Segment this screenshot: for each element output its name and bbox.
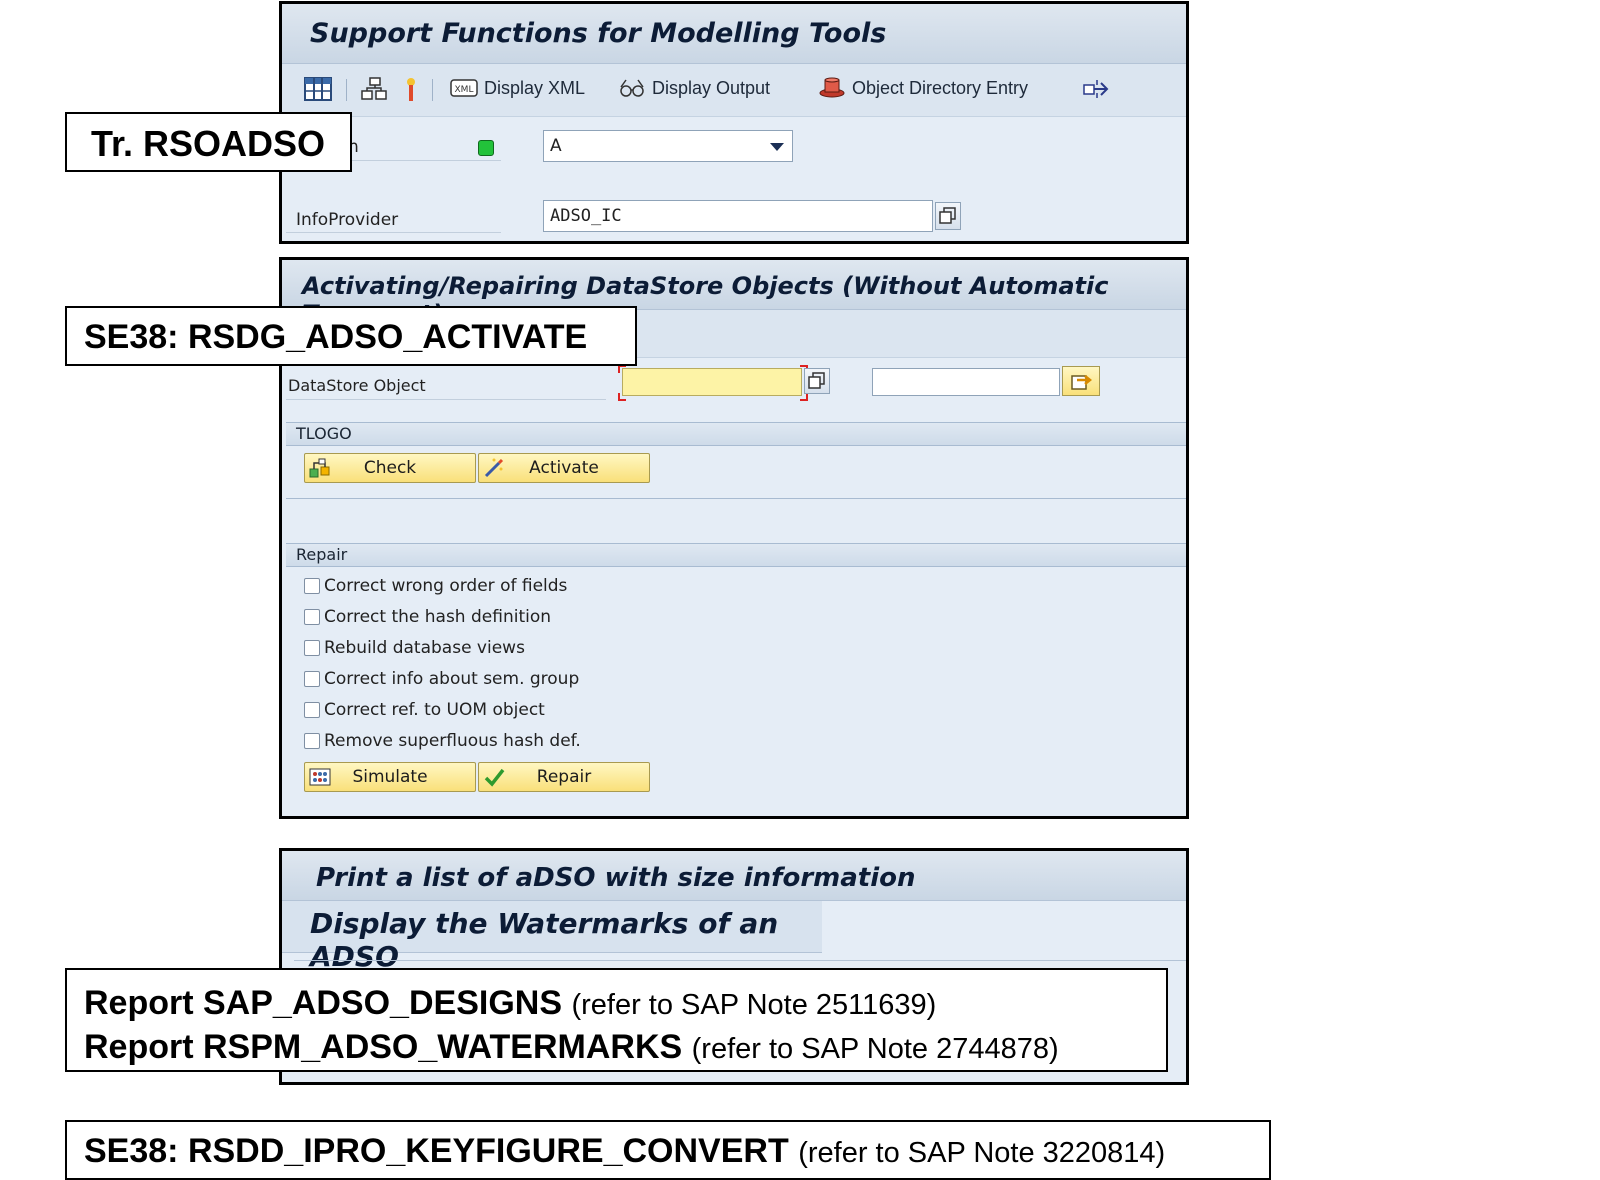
- value-help-icon: [808, 372, 825, 389]
- callout-keyfigure-convert: SE38: RSDD_IPRO_KEYFIGURE_CONVERT (refer…: [65, 1120, 1271, 1180]
- repair-option[interactable]: Correct info about sem. group: [304, 669, 579, 689]
- label-underline: [286, 399, 606, 400]
- xml-icon: XML: [450, 79, 478, 97]
- value-help-icon: [939, 207, 956, 224]
- required-corner-marker: [618, 393, 626, 401]
- option-label: Remove superfluous hash def.: [324, 731, 581, 751]
- datastore-object-label: DataStore Object: [288, 376, 426, 395]
- multiple-selection-arrow-icon: [1071, 375, 1093, 390]
- report-watermarks-name: Report RSPM_ADSO_WATERMARKS: [84, 1028, 683, 1066]
- divider: [294, 960, 1186, 961]
- chevron-down-icon: [770, 143, 784, 151]
- page-title: Support Functions for Modelling Tools: [310, 18, 887, 49]
- option-label: Rebuild database views: [324, 638, 525, 658]
- table-icon[interactable]: [304, 77, 332, 101]
- repair-option[interactable]: Rebuild database views: [304, 638, 525, 658]
- panel-title-bar: Support Functions for Modelling Tools: [282, 4, 1186, 64]
- option-label: Correct ref. to UOM object: [324, 700, 545, 720]
- option-label: Correct wrong order of fields: [324, 576, 568, 596]
- toolbar-separator: [346, 79, 347, 101]
- infoprovider-value: ADSO_IC: [550, 206, 622, 226]
- repair-option[interactable]: Remove superfluous hash def.: [304, 731, 581, 751]
- object-directory-entry-label: Object Directory Entry: [852, 77, 1029, 98]
- option-label: Correct info about sem. group: [324, 669, 580, 689]
- value-help-button[interactable]: [804, 368, 830, 394]
- transport-arrow-icon[interactable]: [1082, 77, 1112, 101]
- callout-se38-activate-text: SE38: RSDG_ADSO_ACTIVATE: [84, 318, 588, 356]
- option-checkbox[interactable]: [304, 578, 320, 594]
- report-title-watermarks: Display the Watermarks of an ADSO: [310, 907, 779, 973]
- callout-se38-activate: SE38: RSDG_ADSO_ACTIVATE: [65, 306, 637, 366]
- magic-wand-icon: [484, 458, 504, 478]
- repair-group-header: Repair: [286, 543, 1186, 567]
- report-title-designs: Print a list of aDSO with size informati…: [316, 863, 916, 893]
- report-designs-note: (refer to SAP Note 2511639): [571, 989, 937, 1021]
- display-output-label: Display Output: [652, 77, 771, 98]
- required-corner-marker: [618, 365, 626, 373]
- display-xml-button[interactable]: XML Display XML: [450, 77, 585, 99]
- checkmark-icon: [484, 768, 505, 787]
- support-functions-panel: Support Functions for Modelling Tools XM…: [279, 1, 1189, 244]
- callout-report-designs: Report SAP_ADSO_DESIGNS (refer to SAP No…: [84, 982, 1166, 1026]
- repair-button-label: Repair: [536, 767, 592, 787]
- version-value: A: [550, 136, 562, 156]
- display-output-button[interactable]: Display Output: [618, 77, 770, 99]
- option-checkbox[interactable]: [304, 640, 320, 656]
- tlogo-group-header: TLOGO: [286, 422, 1186, 446]
- multiple-selection-button[interactable]: [1062, 366, 1100, 396]
- option-checkbox[interactable]: [304, 733, 320, 749]
- repair-label: Repair: [296, 545, 348, 564]
- keyfigure-convert-name: SE38: RSDD_IPRO_KEYFIGURE_CONVERT: [84, 1132, 789, 1170]
- callout-reports: Report SAP_ADSO_DESIGNS (refer to SAP No…: [65, 968, 1168, 1072]
- value-help-button[interactable]: [935, 202, 961, 230]
- activate-button-label: Activate: [529, 458, 599, 478]
- panel-title-bar: Activating/Repairing DataStore Objects (…: [282, 260, 1186, 328]
- toolbar-separator: [432, 79, 433, 101]
- repair-button[interactable]: Repair: [478, 762, 650, 792]
- option-checkbox[interactable]: [304, 671, 320, 687]
- panel-title-bar: Display the Watermarks of an ADSO: [282, 901, 822, 973]
- svg-text:XML: XML: [455, 85, 474, 95]
- display-xml-label: Display XML: [484, 77, 586, 98]
- check-button-label: Check: [363, 458, 417, 478]
- object-directory-entry-button[interactable]: Object Directory Entry: [818, 77, 1028, 99]
- repair-option[interactable]: Correct ref. to UOM object: [304, 700, 545, 720]
- version-dropdown[interactable]: A: [543, 130, 793, 162]
- datastore-object-input[interactable]: [622, 368, 802, 396]
- object-directory-icon: [819, 77, 845, 98]
- glasses-icon: [620, 79, 644, 97]
- simulate-button-label: Simulate: [352, 767, 428, 787]
- status-green-icon: [478, 140, 494, 156]
- callout-rsoadso-text: Tr. RSOADSO: [91, 123, 326, 164]
- option-checkbox[interactable]: [304, 609, 320, 625]
- repair-option[interactable]: Correct the hash definition: [304, 607, 551, 627]
- label-underline: [286, 232, 501, 233]
- keyfigure-convert-note: (refer to SAP Note 3220814): [798, 1137, 1166, 1169]
- datastore-object-to-input[interactable]: [872, 368, 1060, 396]
- report-watermarks-note: (refer to SAP Note 2744878): [691, 1033, 1059, 1065]
- hierarchy-icon[interactable]: [360, 77, 388, 101]
- report-designs-name: Report SAP_ADSO_DESIGNS: [84, 984, 562, 1022]
- simulate-grid-icon: [309, 768, 331, 786]
- check-button[interactable]: Check: [304, 453, 476, 483]
- callout-rsoadso: Tr. RSOADSO: [65, 112, 352, 172]
- panel-title-bar: Print a list of aDSO with size informati…: [282, 851, 1186, 901]
- application-toolbar: XML Display XML Display Output Object Di…: [282, 64, 1186, 117]
- callout-report-watermarks: Report RSPM_ADSO_WATERMARKS (refer to SA…: [84, 1026, 1166, 1070]
- required-corner-marker: [800, 393, 808, 401]
- pin-icon[interactable]: [404, 77, 418, 103]
- option-label: Correct the hash definition: [324, 607, 552, 627]
- repair-option[interactable]: Correct wrong order of fields: [304, 576, 567, 596]
- infoprovider-input[interactable]: ADSO_IC: [543, 200, 933, 232]
- tlogo-label: TLOGO: [296, 424, 352, 443]
- infoprovider-label: InfoProvider: [296, 210, 399, 230]
- simulate-button[interactable]: Simulate: [304, 762, 476, 792]
- activate-button[interactable]: Activate: [478, 453, 650, 483]
- option-checkbox[interactable]: [304, 702, 320, 718]
- check-hierarchy-icon: [309, 458, 330, 478]
